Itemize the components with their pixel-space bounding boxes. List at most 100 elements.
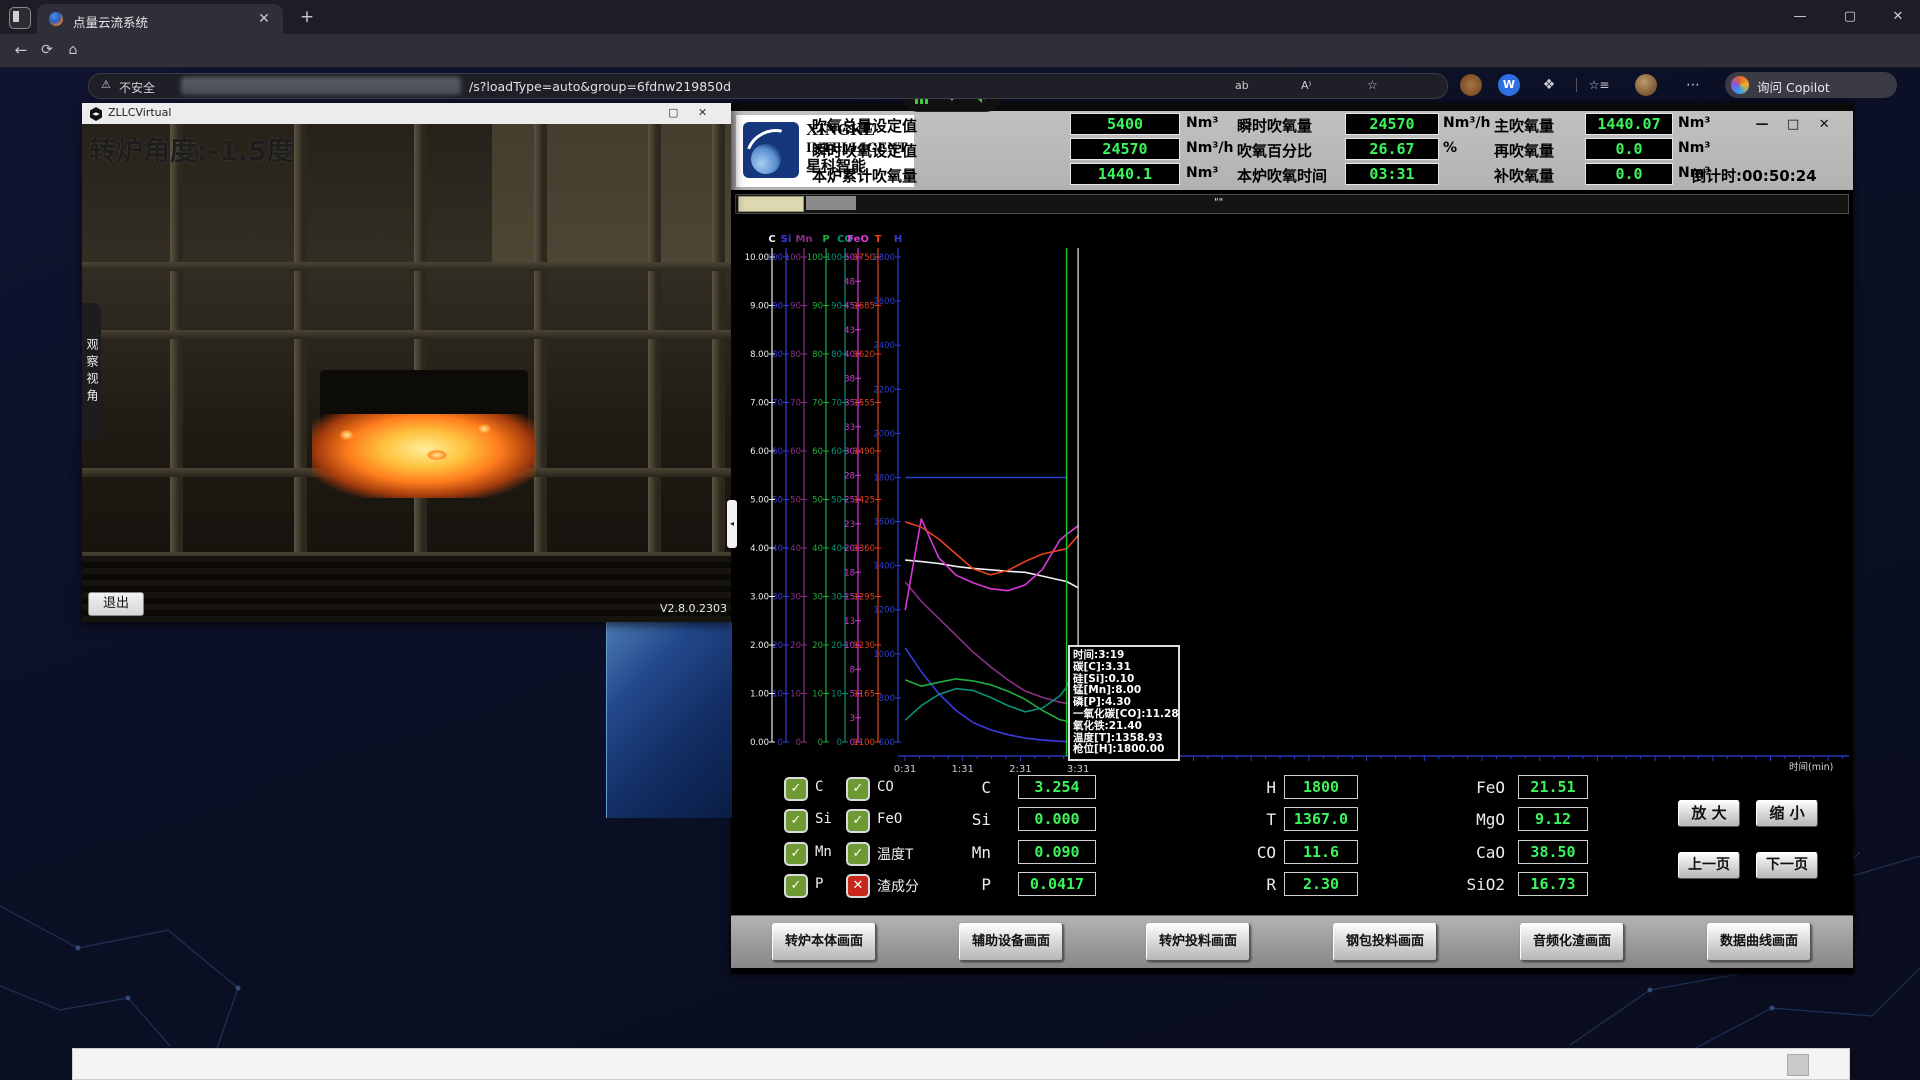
tick-label: 60 — [812, 447, 823, 457]
view-angle-tab[interactable]: 观察视角 — [82, 303, 101, 441]
tick-label: 43 — [844, 326, 855, 336]
tick-label: 1620 — [853, 350, 875, 360]
series-Si — [905, 648, 1078, 742]
checkbox-温度T[interactable]: ✓ — [846, 842, 870, 866]
tick-label: 5.00 — [750, 496, 769, 506]
tick-label: 1685 — [853, 302, 875, 312]
hmi-window: XINGKE INTELLIGENT 星科智能 吹氧总量设定值5400Nm³瞬时… — [731, 103, 1853, 974]
header-label: 主吹氧量 — [1494, 115, 1554, 136]
workspace-icon[interactable] — [9, 7, 31, 29]
new-tab-button[interactable]: + — [296, 6, 318, 28]
nav-button-5[interactable]: 音频化渣画面 — [1520, 923, 1624, 961]
tick-label: 80 — [831, 350, 842, 360]
viewer-close-button[interactable]: ✕ — [698, 106, 707, 119]
tick-label: 40 — [812, 544, 823, 554]
tick-label: 40 — [831, 544, 842, 554]
hmi-maximize-button[interactable]: □ — [1780, 117, 1806, 132]
tick-label: 33 — [844, 423, 855, 433]
viewer-version: V2.8.0.2303 — [660, 602, 727, 615]
taskbar-tray-icon[interactable] — [1787, 1054, 1809, 1076]
legend-Mn: Mn — [795, 234, 812, 245]
zoom-button[interactable]: 放 大 — [1678, 800, 1740, 827]
readout-panel: ✓C✓Si✓Mn✓P✓CO✓FeO✓温度T✕渣成分C3.254Si0.000Mn… — [731, 767, 1853, 915]
header-value: 1440.07 — [1585, 113, 1673, 135]
pane-splitter[interactable]: ◂ — [727, 500, 737, 548]
browser-tab[interactable]: 点量云流系统 ✕ — [37, 4, 283, 34]
url-path: /s?loadType=auto&group=6fdnw219850d — [469, 79, 731, 94]
tick-label: 20 — [772, 641, 783, 651]
back-icon[interactable]: ← — [10, 39, 32, 61]
viewer-maximize-button[interactable]: ▢ — [668, 106, 678, 119]
address-bar[interactable]: ⚠ 不安全 /s?loadType=auto&group=6fdnw219850… — [88, 73, 1448, 99]
checkbox-P[interactable]: ✓ — [784, 874, 808, 898]
checkbox-Si[interactable]: ✓ — [784, 809, 808, 833]
readout-value-H: 1800 — [1284, 775, 1358, 799]
trend-chart[interactable]: C10.009.008.007.006.005.004.003.002.001.… — [731, 190, 1853, 775]
tick-label: 40 — [772, 544, 783, 554]
checkbox-FeO[interactable]: ✓ — [846, 809, 870, 833]
copilot-label: 询问 Copilot — [1757, 77, 1830, 96]
home-icon[interactable]: ⌂ — [62, 39, 84, 61]
zoom-button[interactable]: 缩 小 — [1756, 800, 1818, 827]
favorite-icon[interactable]: ☆ — [1367, 78, 1378, 92]
tick-label: 70 — [772, 399, 783, 409]
nav-button-6[interactable]: 数据曲线画面 — [1707, 923, 1811, 961]
page-button[interactable]: 下一页 — [1756, 852, 1818, 879]
tick-label: 13 — [844, 617, 855, 627]
readout-value-R: 2.30 — [1284, 872, 1358, 896]
copilot-button[interactable]: 询问 Copilot — [1725, 72, 1897, 98]
collections-icon[interactable]: ☆≡ — [1588, 74, 1610, 96]
more-menu-icon[interactable]: ⋯ — [1682, 74, 1704, 96]
extension-w-icon[interactable]: W — [1498, 74, 1520, 96]
checkbox-CO[interactable]: ✓ — [846, 777, 870, 801]
checkbox-label: Mn — [815, 844, 832, 860]
tooltip-line: 碳[C]:3.31 — [1073, 662, 1175, 674]
nav-button-2[interactable]: 辅助设备画面 — [959, 923, 1063, 961]
readout-value-CO: 11.6 — [1284, 840, 1358, 864]
tick-label: 8 — [850, 665, 855, 675]
furnace-3d-scene[interactable]: 转炉角度:-1.5度 — [82, 124, 731, 622]
legend-P: P — [822, 234, 829, 245]
tick-label: 1490 — [853, 447, 875, 457]
checkbox-label: Si — [815, 811, 832, 827]
tick-label: 60 — [790, 447, 801, 457]
tick-label: 6.00 — [750, 447, 769, 457]
tick-label: 4.00 — [750, 544, 769, 554]
tab-close-icon[interactable]: ✕ — [253, 8, 275, 30]
tick-label: 1165 — [853, 690, 875, 700]
nav-button-4[interactable]: 钢包投料画面 — [1333, 923, 1437, 961]
read-aloud-icon[interactable]: A⁾ — [1301, 79, 1311, 92]
nav-button-3[interactable]: 转炉投料画面 — [1146, 923, 1250, 961]
browser-minimize-button[interactable]: — — [1786, 7, 1814, 27]
hmi-close-button[interactable]: ✕ — [1811, 117, 1837, 132]
header-value: 26.67 — [1345, 138, 1439, 160]
tick-label: 2.00 — [750, 641, 769, 651]
extensions-puzzle-icon[interactable]: ❖ — [1538, 74, 1560, 96]
profile-avatar[interactable] — [1635, 74, 1657, 96]
taskbar[interactable] — [72, 1048, 1850, 1080]
tick-label: 70 — [790, 399, 801, 409]
hmi-minimize-button[interactable]: — — [1749, 117, 1775, 132]
not-secure-icon: ⚠ — [101, 78, 111, 91]
browser-close-button[interactable]: ✕ — [1884, 7, 1912, 27]
header-value: 5400 — [1070, 113, 1180, 135]
viewer-titlebar[interactable]: ZLLCVirtual ▢ ✕ — [82, 103, 731, 125]
series-T — [905, 522, 1078, 575]
checkbox-渣成分[interactable]: ✕ — [846, 874, 870, 898]
exit-button[interactable]: 退出 — [88, 592, 144, 616]
tick-label: 90 — [772, 302, 783, 312]
tick-label: 1400 — [873, 562, 895, 572]
extension-monkey-icon[interactable] — [1460, 74, 1482, 96]
checkbox-Mn[interactable]: ✓ — [784, 842, 808, 866]
page-button[interactable]: 上一页 — [1678, 852, 1740, 879]
tick-label: 10 — [831, 690, 842, 700]
checkbox-C[interactable]: ✓ — [784, 777, 808, 801]
translate-icon[interactable]: ab — [1235, 79, 1249, 92]
nav-button-1[interactable]: 转炉本体画面 — [772, 923, 876, 961]
tick-label: 80 — [790, 350, 801, 360]
tick-label: 3 — [850, 714, 855, 724]
header-value: 03:31 — [1345, 163, 1439, 185]
browser-maximize-button[interactable]: ▢ — [1836, 7, 1864, 27]
refresh-icon[interactable]: ⟳ — [36, 39, 58, 61]
header-label: 瞬时吹氧量 — [1237, 115, 1312, 136]
